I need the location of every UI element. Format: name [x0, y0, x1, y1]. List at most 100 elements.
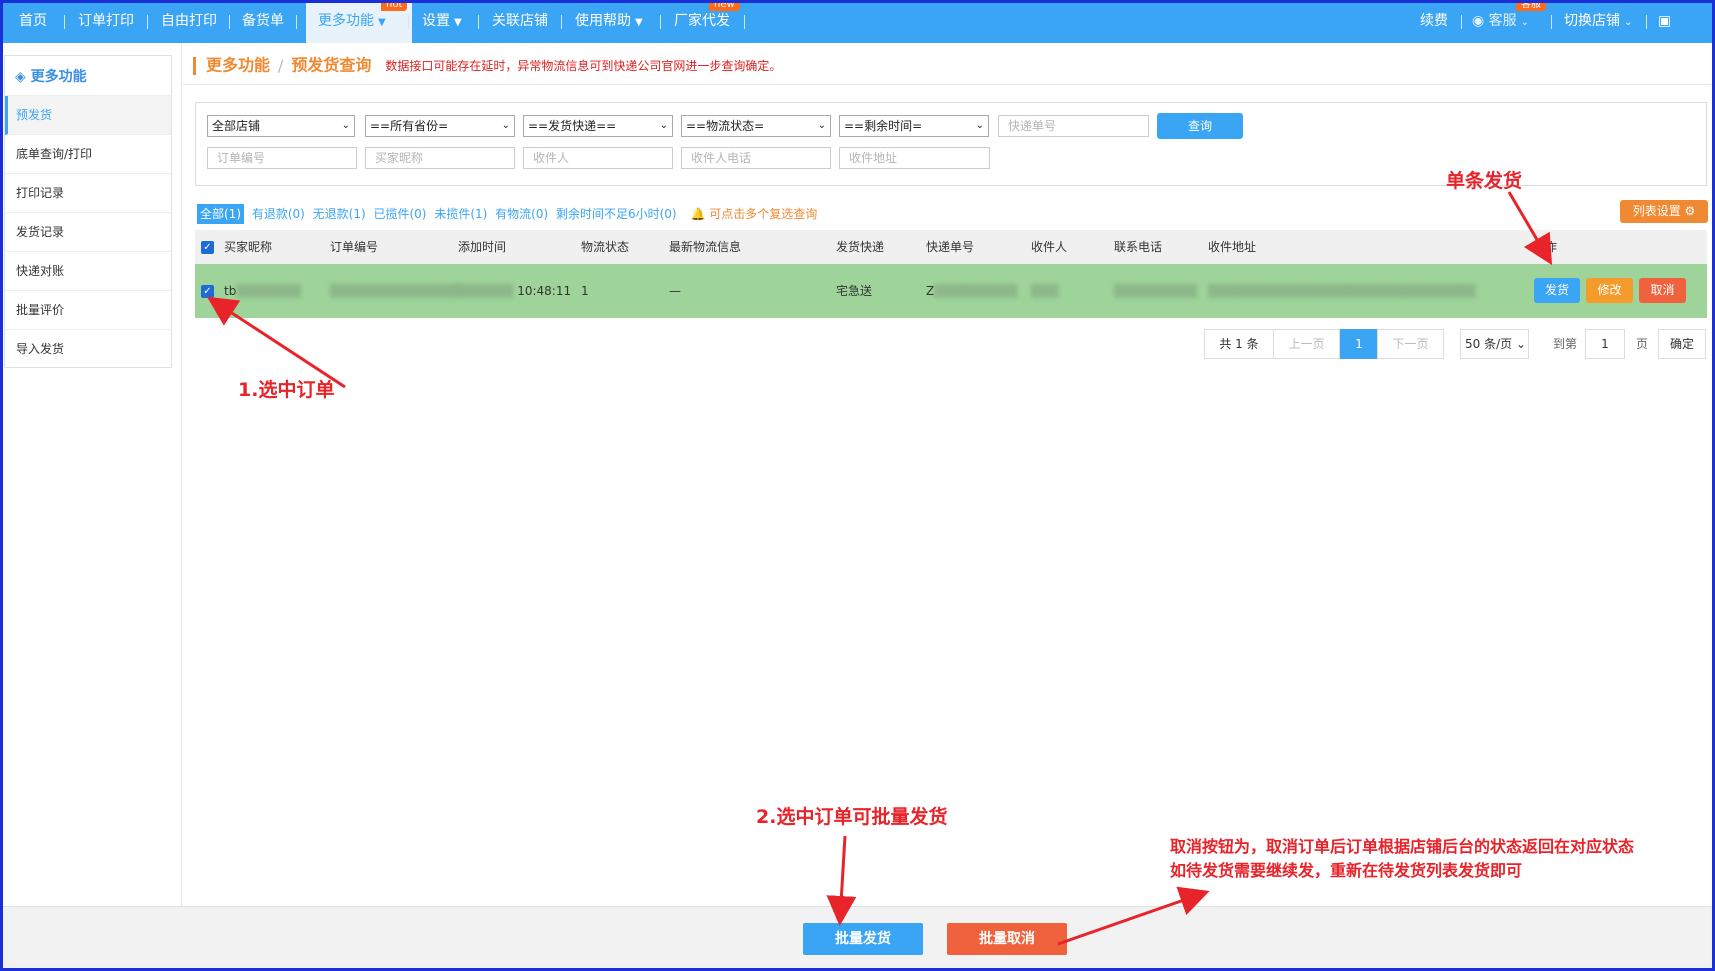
per-page-select[interactable]: 50 条/页 ⌄ — [1460, 329, 1529, 359]
sidebar-item-pre-ship[interactable]: 预发货 — [5, 96, 171, 135]
express-select-value: ==发货快递== — [528, 119, 617, 133]
status-tabs: 全部(1) 有退款(0) 无退款(1) 已揽件(0) 未揽件(1) 有物流(0)… — [197, 204, 817, 224]
nav-help[interactable]: 使用帮助 ▼ — [575, 0, 643, 43]
province-select[interactable]: ==所有省份= ⌄ — [365, 115, 515, 137]
nav-more-features-label: 更多功能 — [318, 13, 374, 29]
nav-settings-label: 设置 — [422, 13, 450, 29]
store-icon[interactable]: ▣ — [1658, 0, 1671, 43]
breadcrumb-accent — [193, 56, 196, 75]
nav-free-print[interactable]: 自由打印 — [161, 0, 217, 43]
col-address: 收件地址 — [1208, 240, 1257, 254]
row-order-no: ▒▒▒▒▒▒▒▒▒▒▒▒▒▒ — [330, 284, 460, 298]
headset-icon: ◉ — [1472, 13, 1485, 29]
goto-page-input[interactable]: 1 — [1585, 329, 1625, 359]
receiver-address-input[interactable]: 收件地址 — [839, 147, 990, 169]
page-title: 预发货查询 — [291, 55, 372, 75]
nav-divider — [660, 15, 661, 29]
list-settings-button[interactable]: 列表设置 ⚙ — [1620, 200, 1708, 223]
current-page[interactable]: 1 — [1340, 329, 1378, 359]
sidebar: ◈ 更多功能 预发货 底单查询/打印 打印记录 发货记录 快递对账 批量评价 导… — [4, 55, 172, 368]
sidebar-item-print-log[interactable]: 打印记录 — [5, 174, 171, 213]
row-receiver: ▒▒▒ — [1031, 284, 1059, 298]
tab-all[interactable]: 全部(1) — [197, 204, 244, 224]
breadcrumb: 更多功能 / 预发货查询 数据接口可能存在延时，异常物流信息可到快递公司官网进一步查询… — [193, 53, 781, 77]
row-express: 宅急送 — [836, 284, 873, 298]
chevron-down-icon: ▼ — [635, 17, 643, 28]
next-page-button[interactable]: 下一页 — [1377, 329, 1444, 359]
row-buyer-value: tb — [224, 284, 237, 298]
row-latest-logistics: — — [669, 284, 681, 298]
batch-ship-button[interactable]: 批量发货 — [803, 923, 923, 955]
per-page-value: 50 条/页 — [1465, 337, 1513, 351]
sidebar-item-waybill-query[interactable]: 底单查询/打印 — [5, 135, 171, 174]
express-select[interactable]: ==发货快递== ⌄ — [523, 115, 673, 137]
nav-divider — [478, 15, 479, 29]
bell-icon: 🔔 — [690, 207, 706, 221]
remaining-time-select[interactable]: ==剩余时间= ⌄ — [839, 115, 989, 137]
cancel-button[interactable]: 取消 — [1639, 278, 1686, 303]
tab-picked-up[interactable]: 已揽件(0) — [373, 204, 426, 224]
order-number-input[interactable]: 订单编号 — [207, 147, 357, 169]
tracking-number-input[interactable]: 快递单号 — [998, 115, 1149, 137]
chevron-down-icon: ⌄ — [341, 120, 350, 131]
annotation-select-order: 1.选中订单 — [238, 379, 335, 401]
nav-divider — [1646, 15, 1647, 29]
nav-switch-shop-label: 切换店铺 — [1564, 13, 1620, 29]
nav-divider — [561, 15, 562, 29]
prev-page-button[interactable]: 上一页 — [1273, 329, 1340, 359]
chevron-down-icon: ⌄ — [1520, 17, 1530, 28]
nav-linked-shops[interactable]: 关联店铺 — [492, 0, 548, 43]
logistics-status-select[interactable]: ==物流状态= ⌄ — [681, 115, 831, 137]
col-logistics-status: 物流状态 — [581, 240, 630, 254]
col-buyer: 买家昵称 — [224, 240, 273, 254]
edit-button[interactable]: 修改 — [1586, 278, 1633, 303]
annotation-single-ship: 单条发货 — [1446, 170, 1523, 192]
hot-badge: hot — [381, 0, 408, 11]
table-row[interactable]: ✓ tb▒▒▒▒▒▒▒ ▒▒▒▒▒▒▒▒▒▒▒▒▒▒ ▒▒▒▒▒▒ 10:48:… — [195, 264, 1707, 318]
select-all-checkbox[interactable]: ✓ — [201, 241, 214, 254]
kefu-badge: 客服 — [1516, 0, 1546, 11]
receiver-phone-input[interactable]: 收件人电话 — [681, 147, 831, 169]
query-button[interactable]: 查询 — [1157, 113, 1243, 139]
sidebar-item-import-ship[interactable]: 导入发货 — [5, 330, 171, 369]
receiver-input[interactable]: 收件人 — [523, 147, 673, 169]
tab-no-refund[interactable]: 无退款(1) — [313, 204, 366, 224]
redacted-text: ▒▒▒▒▒▒▒ — [236, 284, 301, 298]
shop-select[interactable]: 全部店铺 ⌄ — [207, 115, 355, 137]
tab-under-6h[interactable]: 剩余时间不足6小时(0) — [556, 204, 677, 224]
breadcrumb-section[interactable]: 更多功能 — [206, 56, 270, 75]
tab-has-refund[interactable]: 有退款(0) — [252, 204, 305, 224]
col-receiver: 收件人 — [1031, 240, 1068, 254]
list-settings-label: 列表设置 — [1632, 204, 1681, 218]
row-checkbox[interactable]: ✓ — [201, 285, 214, 298]
annotation-cancel-line1: 取消按钮为，取消订单后订单根据店铺后台的状态返回在对应状态 — [1170, 837, 1635, 856]
sidebar-item-ship-log[interactable]: 发货记录 — [5, 213, 171, 252]
province-select-value: ==所有省份= — [370, 119, 449, 133]
nav-switch-shop[interactable]: 切换店铺 ⌄ — [1564, 0, 1632, 43]
nav-stock-list[interactable]: 备货单 — [242, 0, 284, 43]
col-latest-logistics: 最新物流信息 — [669, 240, 742, 254]
redacted-text: ▒▒▒▒▒▒▒▒▒ — [934, 284, 1018, 298]
nav-order-print[interactable]: 订单打印 — [78, 0, 134, 43]
row-phone: ▒▒▒▒▒▒▒▒▒ — [1114, 284, 1198, 298]
layers-icon: ◈ — [15, 69, 26, 85]
nav-home[interactable]: 首页 — [19, 0, 47, 43]
col-order-no: 订单编号 — [330, 240, 379, 254]
page-unit-label: 页 — [1636, 337, 1649, 351]
buyer-nick-input[interactable]: 买家昵称 — [365, 147, 515, 169]
table-header: ✓ 买家昵称 订单编号 添加时间 物流状态 最新物流信息 发货快递 快递单号 收… — [195, 230, 1707, 264]
tab-has-logistics[interactable]: 有物流(0) — [495, 204, 548, 224]
nav-divider — [1551, 15, 1552, 29]
nav-renew[interactable]: 续费 — [1420, 0, 1448, 43]
row-tracking-value: Z — [926, 284, 935, 298]
batch-cancel-button[interactable]: 批量取消 — [947, 923, 1067, 955]
sidebar-item-batch-review[interactable]: 批量评价 — [5, 291, 171, 330]
tab-not-picked-up[interactable]: 未揽件(1) — [434, 204, 487, 224]
chevron-down-icon: ⌄ — [1624, 17, 1633, 28]
nav-settings[interactable]: 设置 ▼ — [422, 0, 462, 43]
col-express: 发货快递 — [836, 240, 885, 254]
goto-confirm-button[interactable]: 确定 — [1658, 329, 1706, 359]
ship-button[interactable]: 发货 — [1534, 278, 1580, 303]
sidebar-item-express-reconcile[interactable]: 快递对账 — [5, 252, 171, 291]
logistics-status-value: ==物流状态= — [686, 119, 765, 133]
